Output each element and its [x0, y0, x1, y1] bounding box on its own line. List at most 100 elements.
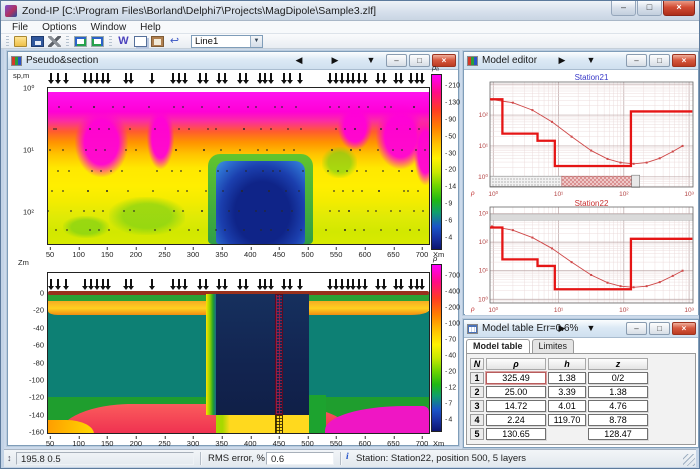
menu-file[interactable]: File — [5, 22, 35, 33]
data-point-dot — [85, 149, 87, 151]
data-point-dot — [243, 229, 245, 231]
table-cell-rho[interactable]: 2.24 — [486, 414, 546, 426]
data-point-dot — [325, 229, 327, 231]
data-point-dot — [333, 190, 335, 192]
menu-options[interactable]: Options — [35, 22, 83, 33]
data-point-dot — [215, 128, 217, 130]
table-cell-h[interactable]: 4.01 — [548, 400, 586, 412]
prev-station-icon[interactable]: ◀ — [292, 55, 306, 66]
svg-text:10²: 10² — [619, 191, 629, 198]
data-point-dot — [104, 149, 106, 151]
undo-icon[interactable]: ↩ — [168, 36, 181, 47]
model-table-controls: – □ × — [624, 322, 696, 335]
line-selector[interactable]: Line1 ▼ — [191, 35, 263, 48]
pseudosection-window[interactable]: Pseudo&section ◀ ▶ ▼ – □ × sp,m 10⁰10¹10… — [7, 51, 459, 446]
data-point-dot — [255, 106, 257, 108]
conductive-block — [216, 294, 309, 415]
station-marker — [106, 279, 110, 292]
minimize-button[interactable]: – — [386, 54, 407, 67]
copy-icon[interactable] — [134, 36, 147, 47]
menu-window[interactable]: Window — [84, 22, 134, 33]
close-button[interactable]: × — [672, 54, 696, 67]
maximize-button[interactable]: □ — [649, 54, 670, 67]
borehole-column-upper — [275, 294, 284, 415]
data-point-dot — [382, 170, 384, 172]
table-cell-z[interactable]: 0/2 — [588, 372, 648, 384]
x-tick-label: 600 — [358, 250, 371, 259]
data-point-dot — [110, 170, 112, 172]
minimize-button[interactable]: – — [611, 1, 636, 16]
colorbar-tick-label: 700 — [445, 272, 460, 279]
resize-grip[interactable] — [683, 454, 695, 466]
model-table-icon — [467, 324, 478, 334]
table-cell-z[interactable]: 1.38 — [588, 386, 648, 398]
table-cell-z[interactable]: 8.78 — [588, 414, 648, 426]
dropdown-arrow-icon[interactable]: ▼ — [584, 323, 598, 333]
settings-icon[interactable] — [48, 36, 61, 47]
tab-limites[interactable]: Limites — [532, 339, 575, 354]
model-editor-icon — [467, 56, 478, 66]
paste-icon[interactable] — [151, 36, 164, 47]
data-point-dot — [98, 128, 100, 130]
data-point-dot — [247, 106, 249, 108]
table-cell-h[interactable]: 3.39 — [548, 386, 586, 398]
table-cell-rho[interactable]: 25.00 — [486, 386, 546, 398]
data-point-dot — [93, 106, 95, 108]
close-button[interactable]: × — [672, 322, 696, 335]
next-station-icon[interactable]: ▶ — [328, 55, 342, 66]
dropdown-arrow-icon[interactable]: ▼ — [584, 55, 598, 65]
table-cell-z[interactable]: 128.47 — [588, 428, 648, 440]
upper-y-ticks: 10⁰10¹10² — [23, 87, 43, 245]
data-point-dot — [239, 149, 241, 151]
maximize-button[interactable]: □ — [649, 322, 670, 335]
data-point-dot — [298, 190, 300, 192]
chevron-down-icon[interactable]: ▼ — [250, 36, 262, 47]
table-cell-rho[interactable]: 14.72 — [486, 400, 546, 412]
inversion-icon[interactable]: W — [117, 36, 130, 47]
maximize-button[interactable]: □ — [637, 1, 662, 16]
resistivity-model-section[interactable] — [47, 272, 430, 434]
model-view-icon[interactable] — [91, 36, 104, 47]
model-table-window[interactable]: Model table Err=0.6% ▶ ▼ – □ × Model tab… — [463, 319, 699, 448]
open-icon[interactable] — [14, 36, 27, 47]
minimize-button[interactable]: – — [626, 54, 647, 67]
station22-sounding-chart[interactable]: 10⁰10¹10²10³10³10²10¹10⁰Station22ρ — [465, 198, 698, 315]
upper-station-markers — [47, 73, 430, 87]
data-point-dot — [365, 170, 367, 172]
save-icon[interactable] — [31, 36, 44, 47]
table-cell-rho[interactable]: 325.49 — [486, 372, 546, 384]
close-button[interactable]: × — [663, 1, 695, 16]
station-marker — [376, 279, 380, 292]
svg-text:10¹: 10¹ — [479, 268, 489, 275]
table-cell-h[interactable]: 1.38 — [548, 372, 586, 384]
y-tick-label: -100 — [29, 376, 44, 385]
station-marker — [328, 279, 332, 292]
data-point-dot — [398, 170, 400, 172]
next-station-icon[interactable]: ▶ — [555, 55, 569, 66]
info-icon: i — [346, 452, 349, 462]
maximize-button[interactable]: □ — [409, 54, 430, 67]
colorbar-tick-label: 6 — [445, 217, 452, 224]
table-cell-h[interactable] — [548, 428, 586, 440]
x-tick-label: 400 — [244, 439, 257, 448]
table-cell-rho[interactable]: 130.65 — [486, 428, 546, 440]
y-tick-label: -120 — [29, 393, 44, 402]
station-marker — [95, 73, 99, 86]
y-tick-label: -80 — [33, 358, 44, 367]
station-marker — [357, 73, 361, 86]
station-info: Station: Station22, position 500, 5 laye… — [356, 453, 526, 464]
svg-text:10¹: 10¹ — [554, 191, 564, 198]
next-station-icon[interactable]: ▶ — [555, 323, 569, 334]
station21-sounding-chart[interactable]: 10⁰10¹10²10³10²10¹10⁰Station21ρ — [465, 70, 698, 198]
dropdown-arrow-icon[interactable]: ▼ — [364, 55, 378, 65]
apparent-resistivity-pseudosection[interactable] — [47, 87, 430, 245]
minimize-button[interactable]: – — [626, 322, 647, 335]
profile-view-icon[interactable] — [74, 36, 87, 47]
data-point-dot — [182, 210, 184, 212]
tab-model-table[interactable]: Model table — [466, 339, 530, 354]
menu-help[interactable]: Help — [133, 22, 168, 33]
table-cell-h[interactable]: 119.70 — [548, 414, 586, 426]
model-editor-window[interactable]: Model editor ▶ ▼ – □ × 10⁰10¹10²10³10²10… — [463, 51, 699, 315]
station-marker — [177, 73, 181, 86]
table-cell-z[interactable]: 4.76 — [588, 400, 648, 412]
